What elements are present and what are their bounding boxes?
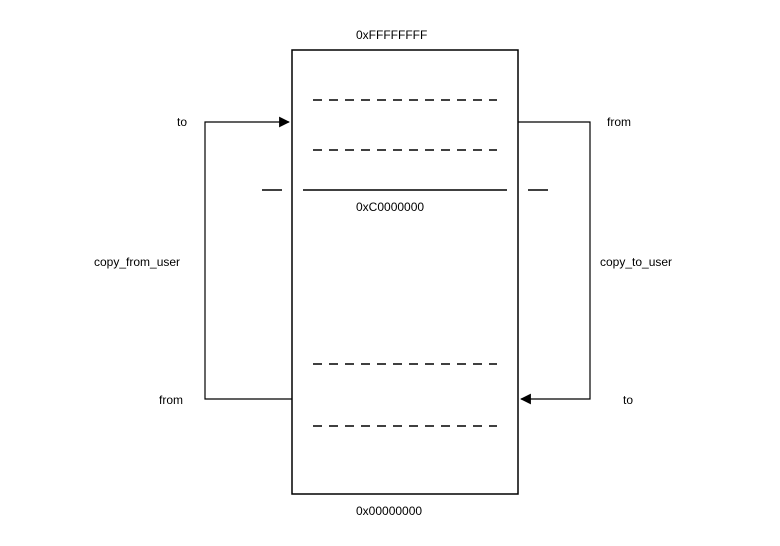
diagram-svg bbox=[0, 0, 780, 546]
arrow-copy-from-user bbox=[205, 122, 292, 399]
label-right-func: copy_to_user bbox=[600, 255, 672, 269]
memory-box bbox=[292, 50, 518, 494]
label-left-func: copy_from_user bbox=[94, 255, 180, 269]
label-left-from: from bbox=[159, 393, 183, 407]
label-right-from: from bbox=[607, 115, 631, 129]
label-top-address: 0xFFFFFFFF bbox=[356, 28, 427, 42]
label-split-address: 0xC0000000 bbox=[356, 200, 424, 214]
diagram-canvas: 0xFFFFFFFF 0xC0000000 0x00000000 to copy… bbox=[0, 0, 780, 546]
label-left-to: to bbox=[177, 115, 187, 129]
arrow-copy-to-user bbox=[518, 122, 590, 399]
label-right-to: to bbox=[623, 393, 633, 407]
label-bottom-address: 0x00000000 bbox=[356, 504, 422, 518]
